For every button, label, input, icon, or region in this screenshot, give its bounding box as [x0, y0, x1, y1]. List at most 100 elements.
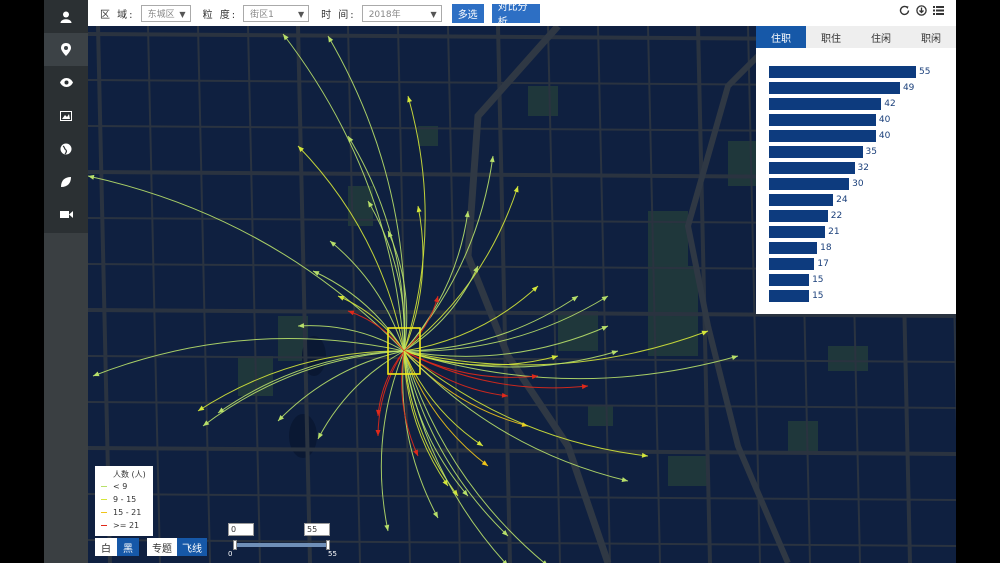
- ranking-bar-row[interactable]: 32: [769, 160, 949, 176]
- ranking-bar: [769, 146, 863, 158]
- ranking-bar-row[interactable]: 22: [769, 208, 949, 224]
- flow-arrow: [611, 350, 618, 356]
- ranking-bar: [769, 162, 855, 174]
- sidebar-item-view[interactable]: [44, 66, 88, 99]
- ranking-bar-row[interactable]: 21: [769, 224, 949, 240]
- legend-swatch: [101, 525, 107, 526]
- refresh-icon[interactable]: [899, 5, 910, 16]
- flow-lines: [88, 33, 739, 563]
- ranking-bar-row[interactable]: 30: [769, 176, 949, 192]
- flow-arrow: [198, 405, 205, 411]
- region-select-value: 东城区: [147, 9, 175, 20]
- road: [88, 355, 956, 363]
- range-slider-min-handle[interactable]: [233, 540, 237, 550]
- leaf-icon: [61, 176, 71, 187]
- ranking-bar: [769, 210, 828, 222]
- road: [247, 26, 261, 563]
- park-area: [528, 86, 558, 116]
- park-area: [558, 311, 598, 351]
- legend-label: 15 - 21: [113, 508, 142, 517]
- sidebar-background: [44, 233, 88, 563]
- range-min-input[interactable]: 0: [228, 523, 254, 536]
- flow-arrow: [375, 429, 381, 436]
- range-slider-max-label: 55: [328, 550, 337, 558]
- tab-home-work[interactable]: 住职: [756, 26, 806, 48]
- ranking-bar: [769, 274, 810, 286]
- region-select[interactable]: 东城区 ▼: [140, 4, 191, 22]
- download-icon[interactable]: [916, 5, 927, 16]
- ranking-bar: [769, 178, 850, 190]
- ranking-bar: [769, 258, 815, 270]
- park-area: [788, 421, 818, 451]
- legend-item: < 9: [95, 480, 153, 493]
- ranking-bar-row[interactable]: 55: [769, 64, 949, 80]
- sidebar-item-image[interactable]: [44, 99, 88, 132]
- ranking-bar: [769, 98, 882, 110]
- ranking-bar-row[interactable]: 15: [769, 272, 949, 288]
- flow-arrow: [384, 524, 390, 531]
- ranking-bar-row[interactable]: 24: [769, 192, 949, 208]
- flow-arrow: [407, 96, 413, 103]
- ranking-bar-chart: 55 49 42 40 40 35 32 30 24 22 21 18 17 15 15: [769, 64, 949, 304]
- toolbar-icons: [899, 5, 944, 16]
- time-select[interactable]: 2018年 ▼: [361, 4, 442, 22]
- mode-gap: [139, 538, 147, 556]
- ranking-bar-value: 40: [878, 131, 891, 141]
- park-area: [588, 406, 613, 426]
- road: [447, 26, 461, 563]
- video-icon: [59, 211, 73, 218]
- ranking-bar-value: 40: [878, 115, 891, 125]
- white-mode-button[interactable]: 白: [95, 538, 117, 556]
- granularity-select[interactable]: 街区1 ▼: [243, 4, 310, 22]
- sidebar-item-user[interactable]: [44, 0, 88, 33]
- compare-analysis-button[interactable]: 对比分析: [491, 2, 540, 28]
- tab-work-leisure[interactable]: 职闲: [906, 26, 956, 48]
- ranking-bar-row[interactable]: 17: [769, 256, 949, 272]
- ranking-bar-value: 32: [857, 163, 869, 173]
- map-pin-icon: [61, 43, 71, 56]
- multi-select-button[interactable]: 多选: [451, 3, 484, 23]
- flow-arrow: [621, 477, 628, 483]
- tab-work-home[interactable]: 职住: [806, 26, 856, 48]
- granularity-select-value: 街区1: [250, 9, 274, 20]
- road: [296, 26, 312, 563]
- sidebar-item-video[interactable]: [44, 198, 88, 231]
- sidebar-item-location[interactable]: [44, 33, 88, 66]
- ranking-bar: [769, 66, 916, 78]
- window-right-margin: [956, 0, 1000, 563]
- region-label: 区 域:: [100, 9, 135, 21]
- chevron-down-icon: ▼: [179, 9, 186, 19]
- range-max-input[interactable]: 55: [304, 523, 330, 536]
- globe-icon: [60, 143, 72, 154]
- window-left-margin: [0, 0, 44, 563]
- legend-swatch: [101, 499, 107, 500]
- sidebar-item-globe[interactable]: [44, 132, 88, 165]
- ranking-bar-value: 15: [812, 291, 824, 301]
- ranking-bar-value: 21: [828, 227, 840, 237]
- thematic-button[interactable]: 专题: [147, 538, 177, 556]
- ranking-bar-row[interactable]: 42: [769, 96, 949, 112]
- chevron-down-icon: ▼: [297, 9, 305, 19]
- ranking-bar-row[interactable]: 40: [769, 112, 949, 128]
- ranking-bar-row[interactable]: 40: [769, 128, 949, 144]
- road: [496, 26, 512, 563]
- sidebar: [44, 0, 88, 233]
- tab-home-leisure[interactable]: 住闲: [856, 26, 906, 48]
- ranking-bar-value: 42: [884, 99, 896, 109]
- legend-label: < 9: [113, 482, 128, 491]
- range-slider-track[interactable]: [233, 543, 329, 547]
- time-label: 时 间:: [321, 9, 356, 21]
- ranking-panel: 住职 职住 住闲 职闲 55 49 42 40 40 35 32 30 24 22 21 18 17 15…: [756, 26, 956, 314]
- ranking-bar-row[interactable]: 49: [769, 80, 949, 96]
- ranking-bar-row[interactable]: 35: [769, 144, 949, 160]
- sidebar-item-leaf[interactable]: [44, 165, 88, 198]
- flyline-button[interactable]: 飞线: [177, 538, 207, 556]
- road: [597, 26, 611, 563]
- ranking-bar-row[interactable]: 18: [769, 240, 949, 256]
- ranking-bar-row[interactable]: 15: [769, 288, 949, 304]
- list-icon[interactable]: [933, 5, 944, 16]
- legend-label: 9 - 15: [113, 495, 137, 504]
- range-slider-max-handle[interactable]: [326, 540, 330, 550]
- black-mode-button[interactable]: 黑: [117, 538, 139, 556]
- ranking-bar: [769, 114, 876, 126]
